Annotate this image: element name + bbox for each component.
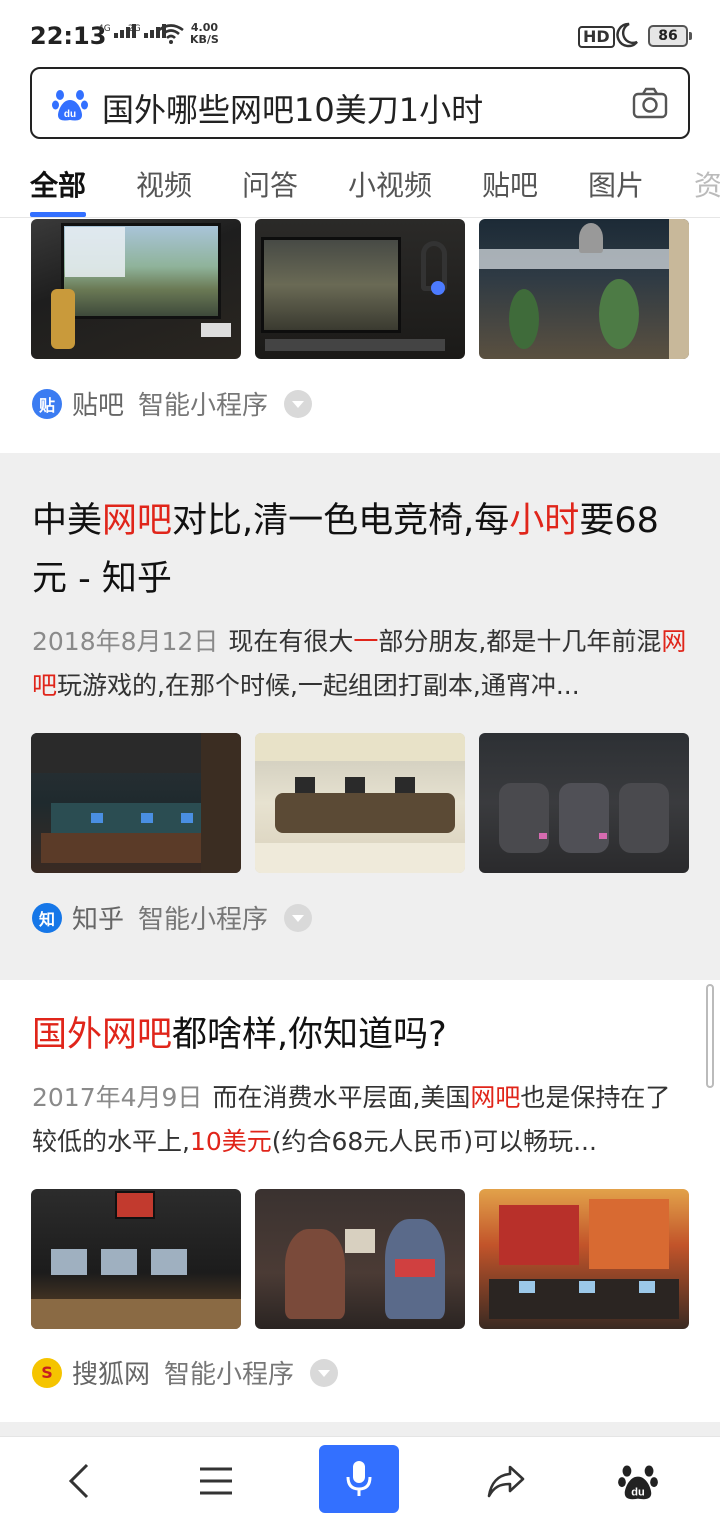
image-row xyxy=(31,733,689,873)
camera-icon[interactable] xyxy=(632,87,668,119)
result-date: 2018年8月12日 xyxy=(32,627,219,656)
scrollbar[interactable] xyxy=(706,984,714,1088)
battery-icon: 86 xyxy=(648,25,692,47)
tab-short-video[interactable]: 小视频 xyxy=(348,164,432,204)
source-name: 搜狐网 xyxy=(72,1360,151,1390)
tab-qa[interactable]: 问答 xyxy=(242,164,298,204)
result-image[interactable] xyxy=(255,1189,465,1329)
clock: 22:13 xyxy=(30,22,107,50)
result-card[interactable]: 中美网吧对比,清一色电竞椅,每小时要68元 - 知乎 2018年8月12日 现在有… xyxy=(0,454,720,980)
mini-program-label: 智能小程序 xyxy=(138,391,269,421)
baidu-paw-icon[interactable]: du xyxy=(614,1457,662,1505)
result-card[interactable]: 国外网吧都啥样,你知道吗? 2017年4月9日 而在消费水平层面,美国网吧也是保持… xyxy=(0,980,720,1422)
result-image[interactable] xyxy=(255,219,465,359)
hd-badge: HD xyxy=(578,26,615,48)
result-image[interactable] xyxy=(31,733,241,873)
result-image[interactable] xyxy=(479,733,689,873)
mini-program-label: 智能小程序 xyxy=(164,1360,295,1390)
microphone-icon xyxy=(346,1461,372,1496)
result-snippet: 2017年4月9日 而在消费水平层面,美国网吧也是保持在了较低的水平上,10美元(… xyxy=(32,1083,671,1156)
voice-search-button[interactable] xyxy=(319,1445,399,1513)
tab-video[interactable]: 视频 xyxy=(136,164,192,204)
active-tab-indicator xyxy=(30,212,86,217)
back-arrow-icon[interactable] xyxy=(54,1457,102,1505)
result-snippet: 2018年8月12日 现在有很大一部分朋友,都是十几年前混网吧玩游戏的,在那个时候… xyxy=(32,627,687,700)
chevron-down-icon[interactable] xyxy=(310,1358,339,1387)
tab-tieba[interactable]: 贴吧 xyxy=(482,164,538,204)
zhihu-icon: 知 xyxy=(32,902,62,933)
result-image[interactable] xyxy=(31,1189,241,1329)
bottom-nav: du xyxy=(0,1436,720,1520)
tab-bar: 全部 视频 问答 小视频 贴吧 图片 资 xyxy=(0,150,720,218)
result-source[interactable]: 知 知乎 智能小程序 xyxy=(32,899,313,936)
chevron-down-icon[interactable] xyxy=(284,389,313,418)
result-title[interactable]: 中美网吧对比,清一色电竞椅,每小时要68元 - 知乎 xyxy=(32,492,692,608)
moon-icon xyxy=(616,22,638,48)
baidu-paw-icon[interactable]: du xyxy=(52,85,88,123)
result-source[interactable]: S 搜狐网 智能小程序 xyxy=(32,1354,339,1391)
image-row xyxy=(31,1189,689,1329)
svg-text:du: du xyxy=(631,1486,645,1498)
sohu-icon: S xyxy=(32,1357,62,1388)
search-input[interactable]: 国外哪些网吧10美刀1小时 xyxy=(102,85,483,131)
image-row xyxy=(31,219,689,359)
share-icon[interactable] xyxy=(482,1457,530,1505)
result-image[interactable] xyxy=(255,733,465,873)
result-date: 2017年4月9日 xyxy=(32,1083,203,1112)
result-image[interactable] xyxy=(479,219,689,359)
source-name: 贴吧 xyxy=(72,391,125,421)
mini-program-label: 智能小程序 xyxy=(138,905,269,935)
search-bar[interactable]: du 国外哪些网吧10美刀1小时 xyxy=(30,67,690,139)
result-source[interactable]: 贴 贴吧 智能小程序 xyxy=(32,385,313,422)
menu-icon[interactable] xyxy=(192,1457,240,1505)
source-name: 知乎 xyxy=(72,905,125,935)
wifi-icon xyxy=(158,24,184,44)
network-speed: 4.00 KB/S xyxy=(190,21,219,46)
tab-all[interactable]: 全部 xyxy=(30,164,86,204)
divider xyxy=(0,1422,720,1436)
result-image[interactable] xyxy=(479,1189,689,1329)
result-card[interactable]: 贴 贴吧 智能小程序 xyxy=(0,219,720,453)
chevron-down-icon[interactable] xyxy=(284,903,313,932)
status-bar: 22:13 4G 2G 4.00 KB/S HD 86 xyxy=(0,0,720,62)
tieba-icon: 贴 xyxy=(32,388,62,419)
result-image[interactable] xyxy=(31,219,241,359)
tab-info[interactable]: 资 xyxy=(694,164,720,204)
result-title[interactable]: 国外网吧都啥样,你知道吗? xyxy=(32,1006,692,1064)
tab-images[interactable]: 图片 xyxy=(588,164,644,204)
battery-level: 86 xyxy=(658,28,678,44)
svg-text:du: du xyxy=(64,109,76,120)
